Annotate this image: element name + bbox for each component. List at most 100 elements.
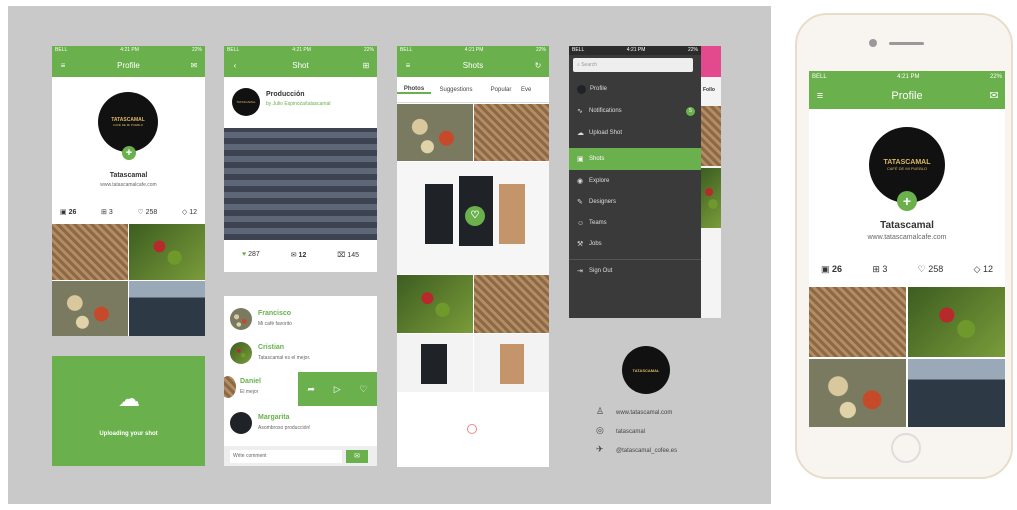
shots-stat[interactable]: ▣ 26 (821, 264, 842, 275)
grid-photo[interactable] (397, 334, 473, 392)
tab-photos[interactable]: Photos (397, 86, 431, 94)
like-button[interactable]: ♡ (465, 206, 485, 226)
sidebar-item-label: Notifications (589, 108, 622, 114)
grid-photo[interactable] (474, 275, 549, 333)
comment-text: Mi café favorito (258, 321, 292, 327)
comment-item[interactable]: Margarita Asombroso producción! (224, 408, 377, 442)
grid-photo[interactable] (52, 224, 128, 280)
sidebar-item-notifications[interactable]: ∿ Notifications 5 (569, 100, 701, 122)
status-bar: BELL 4:21 PM 22% (809, 71, 1005, 83)
carrier-label: BELL (55, 47, 68, 53)
mail-icon[interactable]: ✉ (187, 55, 201, 77)
grid-photo[interactable]: ♡ (397, 162, 549, 274)
sidebar-item-upload[interactable]: ☁ Upload Shot (569, 122, 701, 144)
bucket-icon: ⊞ (872, 264, 880, 274)
buckets-stat[interactable]: ⊞ 3 (872, 264, 887, 275)
likes-stat[interactable]: ♡ 258 (918, 264, 944, 275)
send-comment-button[interactable]: ✉ (346, 450, 368, 463)
grid-photo[interactable] (908, 287, 1005, 357)
menu-screen: BELL 4:21 PM 22% ⌕ Search Follo Profile ∿ N… (569, 46, 721, 318)
tags-stat[interactable]: ◇ 12 (974, 264, 993, 275)
nav-bar: ‹ Shot ⊞ (224, 55, 377, 77)
contact-twitter[interactable]: ✈ @tatascamal_cofee.es (596, 444, 746, 463)
product-bag (500, 344, 524, 384)
comment-item[interactable]: Daniel El mejor ➦ ▷ ♡ (224, 372, 377, 406)
author-avatar[interactable]: TATASCAMAL (232, 88, 260, 116)
battery-label: 22% (687, 47, 698, 53)
tab-events[interactable]: Eve (521, 87, 549, 93)
back-icon[interactable]: ‹ (228, 55, 242, 77)
grid-photo[interactable] (474, 104, 549, 161)
time-label: 4:21 PM (464, 47, 484, 53)
sidebar-item-jobs[interactable]: ⚒ Jobs (569, 233, 701, 255)
time-label: 4:21 PM (292, 47, 311, 53)
sidebar-item-explore[interactable]: ◉ Explore (569, 170, 701, 192)
avatar (230, 342, 252, 364)
sidebar-item-designers[interactable]: ✎ Designers (569, 191, 701, 213)
heart-icon: ♡ (917, 264, 926, 274)
post-author[interactable]: by Julio Espinoza/tatascamal (266, 101, 330, 107)
grid-photo[interactable] (129, 281, 205, 336)
comment-stat[interactable]: ✉ 12 (291, 251, 307, 259)
share-icon[interactable]: ➦ (307, 384, 315, 395)
shots-stat[interactable]: ▣ 26 (60, 208, 76, 216)
add-button[interactable]: + (122, 146, 136, 160)
search-input[interactable]: Search (581, 62, 597, 68)
like-stat[interactable]: ♥ 287 (242, 251, 260, 259)
menu-icon[interactable]: ≡ (401, 55, 415, 77)
comments-screen: Francisco Mi café favorito Cristian Tata… (224, 296, 377, 466)
refresh-icon[interactable]: ↻ (531, 55, 545, 77)
battery-label: 22% (989, 74, 1002, 80)
play-icon[interactable]: ▷ (334, 384, 341, 395)
upload-screen: ☁ Uploading your shot (52, 356, 205, 466)
product-bag (425, 184, 453, 244)
grid-photo[interactable] (397, 275, 473, 333)
logo-sub: CAFÉ DE MI PUEBLO (112, 123, 144, 127)
sidebar-item-label: Sign Out (589, 267, 613, 274)
sidebar-item-signout[interactable]: ⇥ Sign Out (569, 259, 701, 281)
showcase-canvas: BELL 4:21 PM 22% ≡ Profile ✉ TATASCAMAL CA… (8, 6, 771, 504)
profile-website[interactable]: www.tatascamalcafe.com (52, 182, 205, 188)
grid-photo[interactable] (809, 359, 906, 427)
contact-website[interactable]: ♙ www.tatascamal.com (596, 406, 746, 425)
home-button[interactable] (891, 433, 921, 463)
heart-icon: ♡ (137, 209, 144, 216)
sidebar-item-teams[interactable]: ☺ Teams (569, 212, 701, 234)
contact-dribbble[interactable]: ◎ tatascamal (596, 425, 746, 444)
profile-name: Tatascamal (109, 172, 148, 179)
mail-icon[interactable]: ✉ (987, 83, 1001, 109)
sidebar-item-shots[interactable]: ▣ Shots (569, 148, 701, 170)
jobs-icon: ⚒ (577, 241, 584, 248)
menu-icon[interactable]: ≡ (813, 83, 827, 109)
buckets-stat[interactable]: ⊞ 3 (101, 208, 113, 216)
likes-stat[interactable]: ♡ 258 (137, 208, 157, 216)
heart-icon[interactable]: ♡ (360, 384, 368, 395)
dribbble-icon: ◎ (596, 425, 604, 435)
comment-item[interactable]: Francisco Mi café favorito (224, 304, 377, 338)
avatar (224, 376, 236, 398)
trash-stat[interactable]: ⌧ 145 (337, 251, 359, 259)
tab-popular[interactable]: Popular (481, 87, 521, 93)
sidebar-item-label: Shots (589, 156, 605, 162)
profile-website[interactable]: www.tatascamalcafe.com (809, 234, 1005, 241)
grid-photo[interactable] (52, 281, 128, 336)
tab-suggestions[interactable]: Suggestions (431, 87, 481, 93)
grid-photo[interactable] (474, 334, 549, 392)
profile-stats: ▣ 26 ⊞ 3 ♡ 258 ◇ 12 (821, 264, 993, 275)
add-button[interactable]: + (897, 191, 917, 211)
screen-title: Shots (462, 61, 484, 70)
shot-image[interactable] (224, 128, 377, 240)
screen-title: Profile (891, 90, 923, 102)
comment-item[interactable]: Cristian Tatascamal es el mejor. (224, 338, 377, 372)
grid-photo[interactable] (129, 224, 205, 280)
status-bar: BELL 4:21 PM 22% (569, 46, 701, 55)
grid-photo[interactable] (397, 104, 473, 161)
grid-photo[interactable] (809, 287, 906, 357)
menu-icon[interactable]: ≡ (56, 55, 70, 77)
grid-photo[interactable] (908, 359, 1005, 427)
time-label: 4:21 PM (120, 47, 139, 53)
sidebar-item-profile[interactable]: Profile (569, 78, 701, 100)
tags-stat[interactable]: ◇ 12 (182, 208, 197, 216)
comment-input[interactable]: Write comment (230, 450, 342, 463)
bucket-icon[interactable]: ⊞ (359, 55, 373, 77)
